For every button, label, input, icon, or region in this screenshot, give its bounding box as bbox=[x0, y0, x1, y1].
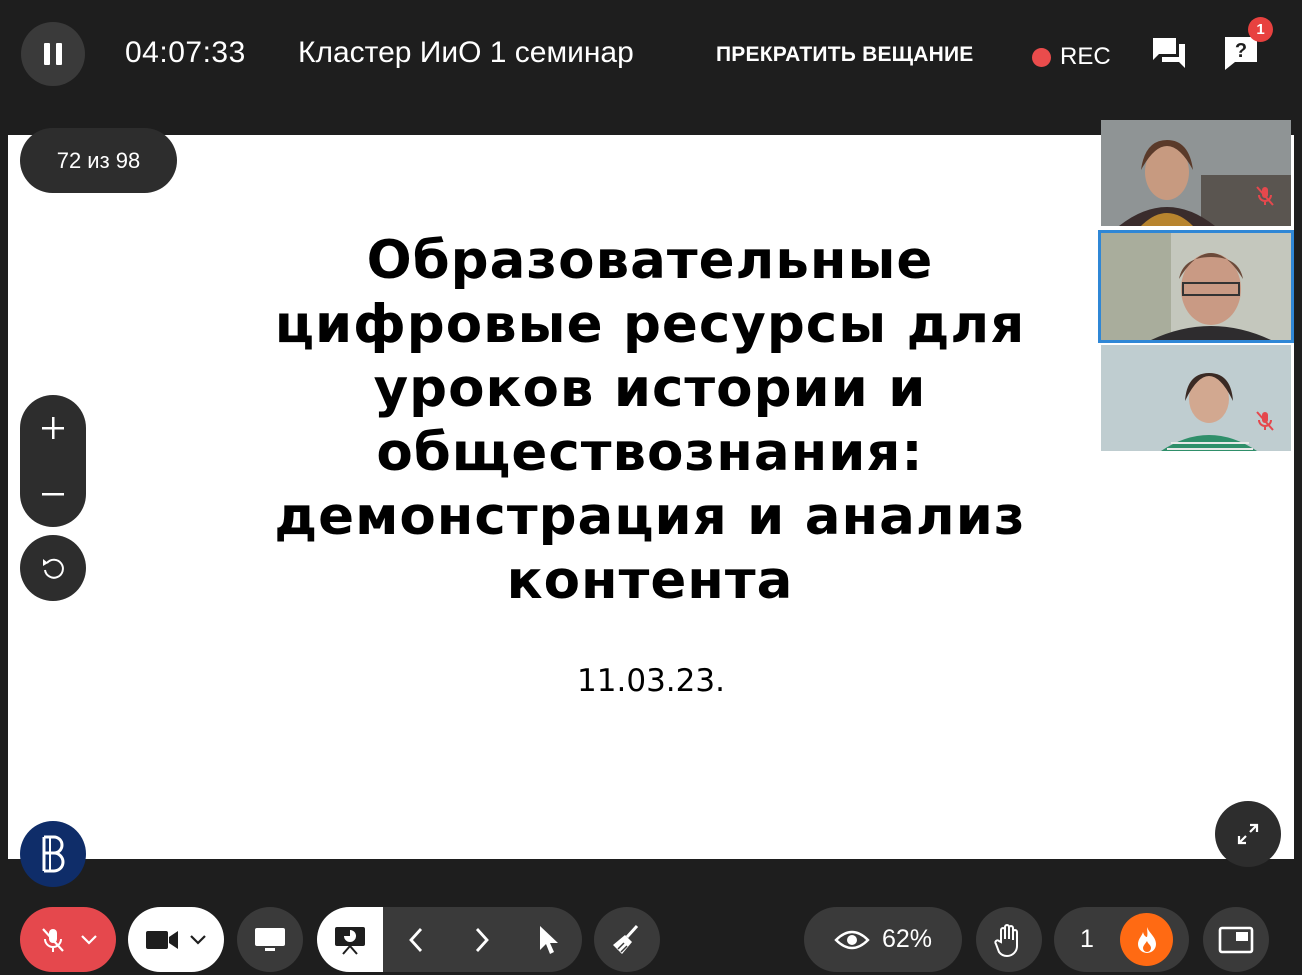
mic-off-icon bbox=[1256, 411, 1274, 431]
pause-icon bbox=[44, 43, 50, 65]
zoom-in-button[interactable] bbox=[20, 395, 86, 461]
pointer-tool-button[interactable] bbox=[515, 907, 581, 972]
zoom-controls bbox=[20, 395, 86, 527]
chevron-left-icon bbox=[409, 927, 423, 952]
slide-date: 11.03.23. bbox=[577, 663, 725, 699]
chevron-right-icon bbox=[475, 927, 489, 952]
raise-hand-button[interactable] bbox=[976, 907, 1042, 972]
participant-video-tile-active[interactable] bbox=[1098, 230, 1294, 343]
rotate-icon bbox=[43, 558, 64, 579]
stop-broadcast-button[interactable]: ПРЕКРАТИТЬ ВЕЩАНИЕ bbox=[716, 43, 974, 67]
attention-percent: 62% bbox=[881, 925, 933, 953]
participant-video-tile[interactable] bbox=[1101, 345, 1291, 451]
reset-zoom-button[interactable] bbox=[20, 535, 86, 601]
presentation-mode-button[interactable] bbox=[317, 907, 383, 972]
svg-text:?: ? bbox=[1235, 40, 1247, 62]
rec-dot-icon bbox=[1032, 47, 1051, 67]
attention-indicator[interactable]: 62% bbox=[804, 907, 962, 972]
fullscreen-button[interactable] bbox=[1215, 801, 1281, 867]
rec-indicator[interactable]: REC bbox=[1032, 43, 1111, 71]
participant-video bbox=[1101, 233, 1291, 340]
minus-icon bbox=[42, 493, 64, 496]
chevron-down-icon bbox=[81, 934, 97, 945]
questions-badge: 1 bbox=[1248, 17, 1273, 42]
presentation-icon bbox=[335, 926, 365, 955]
broom-icon bbox=[613, 924, 639, 954]
zoom-out-button[interactable] bbox=[20, 461, 86, 527]
plus-icon bbox=[42, 417, 64, 439]
chat-icon[interactable] bbox=[1150, 34, 1188, 72]
hse-logo bbox=[20, 821, 86, 887]
fire-icon bbox=[1120, 913, 1173, 966]
microphone-toggle[interactable] bbox=[20, 907, 116, 972]
participant-video bbox=[1101, 120, 1291, 226]
eye-icon bbox=[834, 930, 870, 949]
monitor-icon bbox=[255, 927, 285, 951]
clear-annotations-button[interactable] bbox=[594, 907, 660, 972]
page-counter: 72 из 98 bbox=[20, 128, 177, 193]
top-bar: 04:07:33 Кластер ИиО 1 семинар ПРЕКРАТИТ… bbox=[0, 0, 1302, 110]
rec-label: REC bbox=[1060, 43, 1111, 70]
next-slide-button[interactable] bbox=[449, 907, 515, 972]
broadcast-timer: 04:07:33 bbox=[125, 36, 246, 69]
presentation-controls bbox=[317, 907, 582, 972]
chevron-down-icon bbox=[190, 934, 206, 945]
hand-icon bbox=[994, 923, 1018, 957]
screen-share-button[interactable] bbox=[237, 907, 303, 972]
video-camera-icon bbox=[146, 930, 178, 949]
cursor-pointer-icon bbox=[540, 925, 558, 954]
camera-toggle[interactable] bbox=[128, 907, 224, 972]
reactions-count: 1 bbox=[1080, 925, 1094, 953]
hse-logo-icon bbox=[42, 835, 65, 873]
reactions-button[interactable]: 1 bbox=[1054, 907, 1189, 972]
pause-button[interactable] bbox=[21, 22, 85, 86]
previous-slide-button[interactable] bbox=[383, 907, 449, 972]
mic-off-icon bbox=[42, 927, 64, 952]
slide-title: Образовательные цифровые ресурсы для уро… bbox=[274, 230, 1026, 611]
picture-in-picture-icon bbox=[1218, 926, 1254, 953]
picture-in-picture-button[interactable] bbox=[1203, 907, 1269, 972]
event-title: Кластер ИиО 1 семинар bbox=[298, 36, 634, 69]
expand-icon bbox=[1237, 823, 1259, 845]
mic-off-icon bbox=[1256, 186, 1274, 206]
participant-video-tile[interactable] bbox=[1101, 120, 1291, 226]
participant-video bbox=[1101, 345, 1291, 451]
